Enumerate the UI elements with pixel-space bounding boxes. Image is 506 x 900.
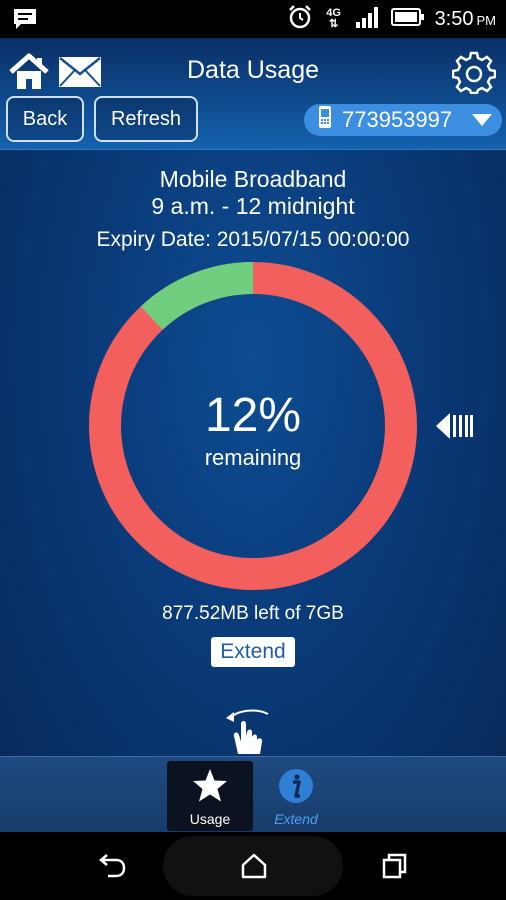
nav-back-icon[interactable] [98, 852, 128, 880]
tab-extend[interactable]: Extend [253, 761, 339, 831]
extend-button[interactable]: Extend [211, 637, 295, 667]
plan-name: Mobile Broadband [159, 166, 347, 192]
percent-remaining-label: remaining [204, 445, 302, 470]
star-icon [191, 767, 229, 805]
nav-home-icon[interactable] [239, 852, 269, 880]
header: Data Usage Back Refresh 773953997 [0, 38, 506, 150]
data-left-text: 877.52MB left of 7GB [162, 603, 344, 624]
app-screen: Data Usage Back Refresh 773953997 Mobile… [0, 38, 506, 832]
swipe-gesture-hand-icon [224, 706, 280, 756]
chevron-down-icon [472, 114, 492, 126]
plan-hours: 9 a.m. - 12 midnight [151, 193, 355, 219]
gear-icon[interactable] [451, 50, 497, 95]
tab-extend-label: Extend [274, 811, 318, 827]
page-title: Data Usage [186, 56, 320, 84]
system-nav-bar [0, 832, 506, 900]
donut-remaining-arc [140, 262, 254, 331]
alarm-clock-icon [287, 4, 313, 35]
network-type-indicator: 4G ⇅ [326, 7, 341, 30]
percent-remaining: 12% [204, 389, 302, 442]
message-notification-icon [12, 7, 38, 31]
back-button[interactable]: Back [6, 96, 84, 142]
status-bar: 4G ⇅ 3:50 PM [0, 0, 506, 38]
nav-recents-icon[interactable] [380, 852, 410, 880]
phone-number-dropdown[interactable]: 773953997 [304, 104, 502, 136]
mobile-phone-icon [318, 105, 332, 135]
plan-expiry-date: Expiry Date: 2015/07/15 00:00:00 [96, 228, 410, 251]
tab-usage[interactable]: Usage [167, 761, 253, 831]
refresh-button[interactable]: Refresh [94, 96, 198, 142]
tab-usage-label: Usage [189, 811, 231, 827]
phone-number-value: 773953997 [342, 107, 453, 132]
signal-bars-icon [355, 6, 381, 33]
info-icon [277, 767, 315, 805]
swipe-left-arrow-icon[interactable] [434, 410, 474, 442]
bottom-tab-bar: Usage Extend [0, 756, 506, 832]
battery-icon [390, 7, 425, 32]
clock: 3:50 PM [434, 7, 496, 30]
